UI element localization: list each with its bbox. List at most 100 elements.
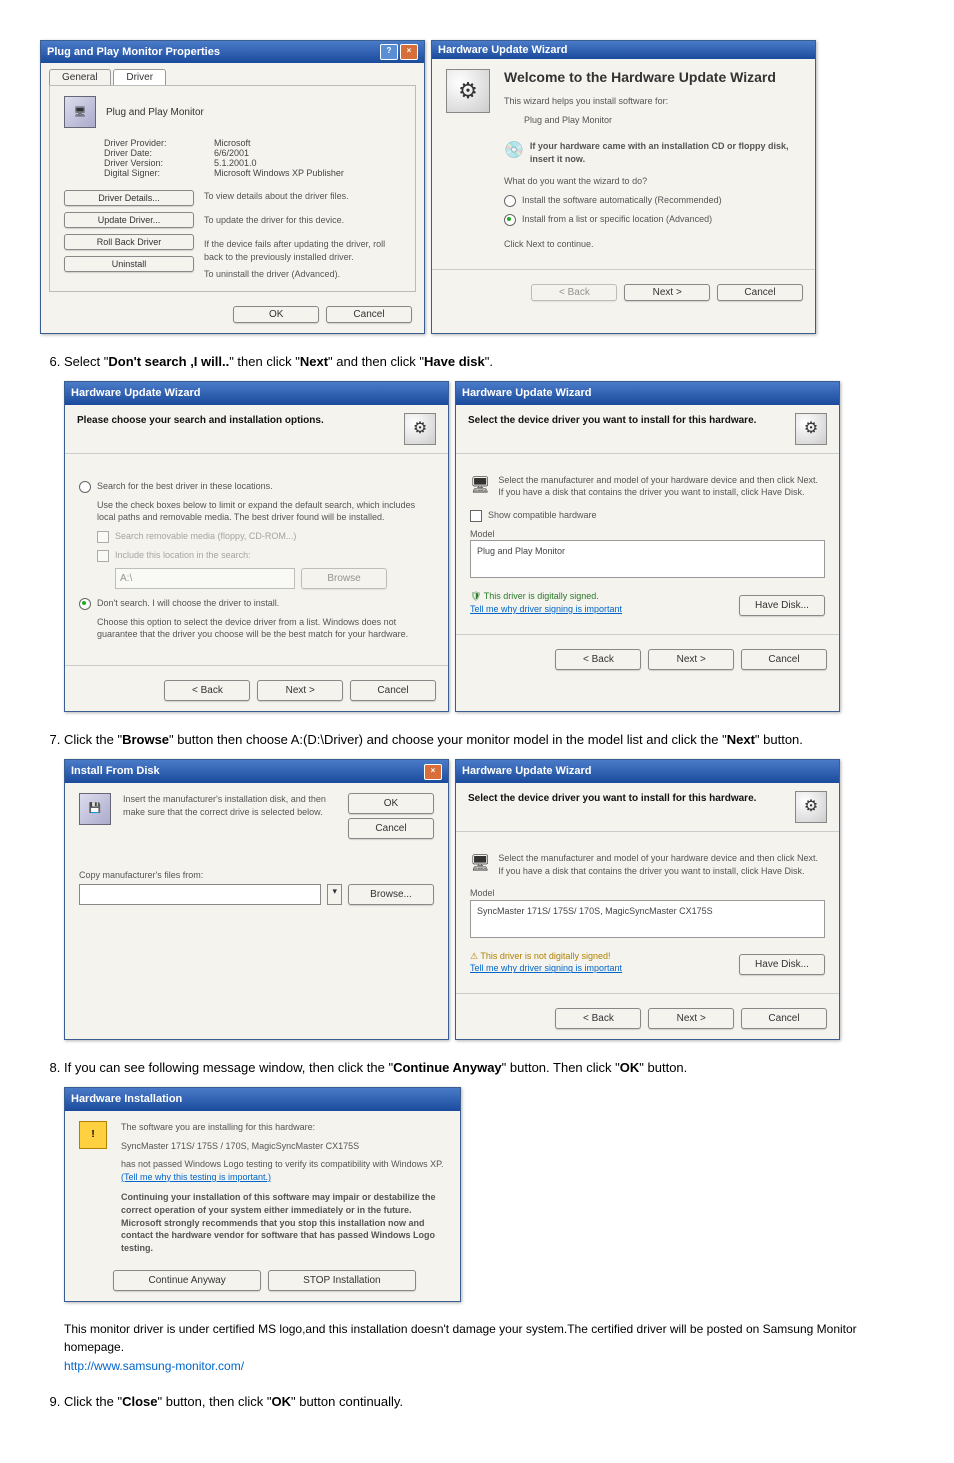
continue-hint: Click Next to continue. <box>504 238 801 251</box>
monitor-icon: 🖥 <box>64 96 96 128</box>
dialog-heading: Please choose your search and installati… <box>77 413 392 445</box>
version-value: 5.1.2001.0 <box>214 158 257 168</box>
rollback-desc: If the device fails after updating the d… <box>204 238 401 268</box>
cancel-button[interactable]: Cancel <box>717 284 803 301</box>
shield-icon: 🛡 <box>470 591 484 601</box>
radio-search[interactable] <box>79 481 91 493</box>
chk-location <box>97 550 109 562</box>
dialog-title: Hardware Update Wizard <box>462 385 592 402</box>
signed-text: This driver is digitally signed. <box>484 591 599 601</box>
cd-hint: If your hardware came with an installati… <box>530 140 801 165</box>
rollback-driver-button[interactable]: Roll Back Driver <box>64 234 194 250</box>
date-value: 6/6/2001 <box>214 148 249 158</box>
driver-details-button[interactable]: Driver Details... <box>64 190 194 206</box>
back-button[interactable]: < Back <box>555 649 641 670</box>
chk-compat[interactable] <box>470 510 482 522</box>
close-icon[interactable]: × <box>400 44 418 60</box>
warn-link[interactable]: (Tell me why this testing is important.) <box>121 1171 446 1184</box>
next-button[interactable]: Next > <box>648 1008 734 1029</box>
browse-button: Browse <box>301 568 387 589</box>
ok-button[interactable]: OK <box>348 793 434 814</box>
opt-advanced: Install from a list or specific location… <box>522 213 712 226</box>
step-9-text: Click the "Close" button, then click "OK… <box>64 1394 403 1409</box>
model-item[interactable]: Plug and Play Monitor <box>477 546 565 556</box>
next-button[interactable]: Next > <box>624 284 710 301</box>
select-driver-dialog: Hardware Update Wizard Select the device… <box>455 381 840 712</box>
chk-location-label: Include this location in the search: <box>115 549 251 562</box>
help-icon[interactable]: ? <box>380 44 398 60</box>
select-driver-dialog-2: Hardware Update Wizard Select the device… <box>455 759 840 1039</box>
dialog-heading: Select the device driver you want to ins… <box>468 413 783 445</box>
ok-button[interactable]: OK <box>233 306 319 323</box>
signing-link[interactable]: Tell me why driver signing is important <box>470 962 622 975</box>
browse-button[interactable]: Browse... <box>348 884 434 905</box>
properties-dialog: Plug and Play Monitor Properties ? × Gen… <box>40 40 425 334</box>
uninstall-button[interactable]: Uninstall <box>64 256 194 272</box>
uninstall-desc: To uninstall the driver (Advanced). <box>204 268 401 281</box>
cancel-button[interactable]: Cancel <box>741 1008 827 1029</box>
wizard-line2: Plug and Play Monitor <box>524 114 801 127</box>
info-icon: 🖥 <box>470 852 490 877</box>
signer-label: Digital Signer: <box>104 168 214 178</box>
stop-installation-button[interactable]: STOP Installation <box>268 1270 416 1291</box>
cancel-button[interactable]: Cancel <box>326 306 412 323</box>
chk-compat-label: Show compatible hardware <box>488 509 597 522</box>
radio-dontsearch[interactable] <box>79 598 91 610</box>
wizard-icon: ⚙ <box>795 791 827 823</box>
step-7-text: Click the "Browse" button then choose A:… <box>64 732 803 747</box>
step-7: Click the "Browse" button then choose A:… <box>64 730 920 1040</box>
select-desc: Select the manufacturer and model of you… <box>498 852 825 877</box>
model-list[interactable]: Plug and Play Monitor <box>470 540 825 578</box>
properties-title-bar: Plug and Play Monitor Properties ? × <box>41 41 424 63</box>
opt-search-desc: Use the check boxes below to limit or ex… <box>97 499 434 524</box>
hardware-installation-dialog: Hardware Installation ! The software you… <box>64 1087 461 1302</box>
select-desc: Select the manufacturer and model of you… <box>498 474 825 499</box>
back-button[interactable]: < Back <box>164 680 250 701</box>
model-list[interactable]: SyncMaster 171S/ 175S/ 170S, MagicSyncMa… <box>470 900 825 938</box>
warn-line1: The software you are installing for this… <box>121 1121 446 1134</box>
have-disk-button[interactable]: Have Disk... <box>739 595 825 616</box>
back-button[interactable]: < Back <box>555 1008 641 1029</box>
info-icon: 🖥 <box>470 474 490 499</box>
next-button[interactable]: Next > <box>648 649 734 670</box>
update-desc: To update the driver for this device. <box>204 214 401 238</box>
path-input[interactable] <box>79 884 321 905</box>
copy-from-label: Copy manufacturer's files from: <box>79 869 434 882</box>
tab-general[interactable]: General <box>49 69 111 85</box>
chk-media <box>97 531 109 543</box>
continue-anyway-button[interactable]: Continue Anyway <box>113 1270 261 1291</box>
cancel-button[interactable]: Cancel <box>348 818 434 839</box>
samsung-link[interactable]: http://www.samsung-monitor.com/ <box>64 1359 244 1373</box>
tab-driver[interactable]: Driver <box>113 69 166 85</box>
wizard-heading: Welcome to the Hardware Update Wizard <box>504 69 801 85</box>
step-9: Click the "Close" button, then click "OK… <box>64 1392 920 1412</box>
wizard-icon: ⚙ <box>446 69 490 113</box>
disk-desc: Insert the manufacturer's installation d… <box>123 793 336 839</box>
signing-link[interactable]: Tell me why driver signing is important <box>470 603 622 616</box>
cancel-button[interactable]: Cancel <box>350 680 436 701</box>
path-input: A:\ <box>115 568 295 589</box>
opt-auto: Install the software automatically (Reco… <box>522 194 722 207</box>
next-button[interactable]: Next > <box>257 680 343 701</box>
cd-icon: 💿 <box>504 140 524 165</box>
have-disk-button[interactable]: Have Disk... <box>739 954 825 975</box>
wizard-icon: ⚙ <box>404 413 436 445</box>
radio-auto[interactable] <box>504 195 516 207</box>
details-desc: To view details about the driver files. <box>204 190 401 214</box>
opt-dontsearch: Don't search. I will choose the driver t… <box>97 597 279 610</box>
dialog-title: Install From Disk <box>71 763 160 780</box>
dialog-title: Plug and Play Monitor Properties <box>47 46 220 58</box>
close-icon[interactable]: × <box>424 764 442 780</box>
provider-label: Driver Provider: <box>104 138 214 148</box>
radio-advanced[interactable] <box>504 214 516 226</box>
install-from-disk-dialog: Install From Disk × 💾 Insert the manufac… <box>64 759 449 1039</box>
cancel-button[interactable]: Cancel <box>741 649 827 670</box>
update-driver-button[interactable]: Update Driver... <box>64 212 194 228</box>
model-item[interactable]: SyncMaster 171S/ 175S/ 170S, MagicSyncMa… <box>477 906 713 916</box>
search-options-dialog: Hardware Update Wizard Please choose you… <box>64 381 449 712</box>
step-8-text: If you can see following message window,… <box>64 1060 687 1075</box>
warn-line4: Continuing your installation of this sof… <box>121 1191 446 1254</box>
opt-search: Search for the best driver in these loca… <box>97 480 273 493</box>
dialog-title: Hardware Update Wizard <box>438 44 568 56</box>
dropdown-icon[interactable]: ▾ <box>327 884 342 905</box>
